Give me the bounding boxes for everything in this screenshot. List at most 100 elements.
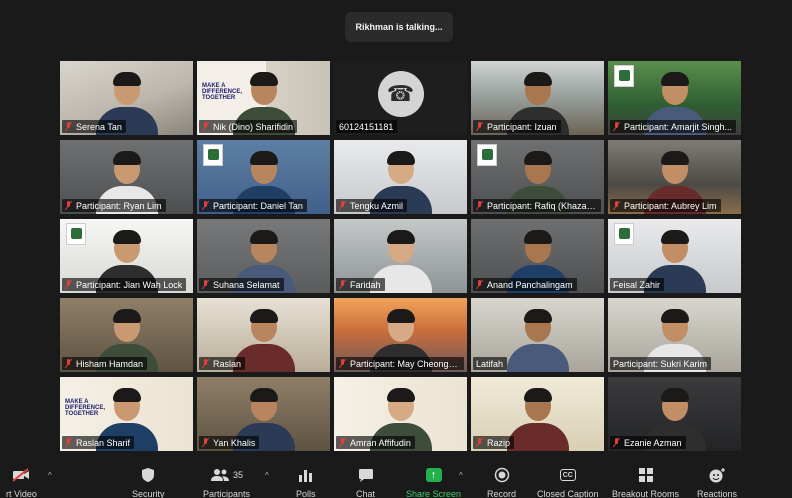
video-tile[interactable]: Hisham Hamdan — [60, 298, 193, 372]
video-tile[interactable]: Participant: May Cheong -... — [334, 298, 467, 372]
muted-mic-icon — [476, 438, 483, 447]
participant-name: Amran Affifudin — [350, 437, 411, 448]
chat-button[interactable]: Chat — [356, 466, 375, 498]
video-tile[interactable]: Participant: Aubrey Lim — [608, 140, 741, 214]
breakout-rooms-button[interactable]: Breakout Rooms — [612, 466, 679, 498]
grid-icon — [638, 466, 653, 484]
video-tile[interactable]: Participant: Izuan — [471, 61, 604, 135]
muted-mic-icon — [202, 280, 209, 289]
participant-name-label: Participant: Aubrey Lim — [610, 199, 721, 212]
participants-button[interactable]: 35 Participants — [203, 466, 250, 498]
video-tile[interactable]: Participant: Amarjit Singh... — [608, 61, 741, 135]
participant-name: Yan Khalis — [213, 437, 256, 448]
muted-mic-icon — [613, 438, 620, 447]
video-tile[interactable]: Latifah — [471, 298, 604, 372]
participant-hair — [249, 309, 278, 323]
video-tile[interactable]: Anand Panchalingam — [471, 219, 604, 293]
reactions-button[interactable]: Reactions — [697, 466, 737, 498]
share-options-caret[interactable]: ^ — [459, 471, 463, 480]
cc-icon: CC — [559, 466, 576, 484]
muted-mic-icon — [65, 122, 72, 131]
video-tile[interactable]: Ezanie Azman — [608, 377, 741, 451]
video-gallery-grid: Serena Tan MAKE A DIFFERENCE, TOGETHER Nik… — [60, 61, 741, 451]
muted-mic-icon — [339, 359, 346, 368]
participant-name-label: Serena Tan — [62, 120, 126, 133]
bar-chart-icon — [298, 466, 314, 484]
participant-name: Latifah — [476, 358, 504, 369]
video-tile[interactable]: Razip — [471, 377, 604, 451]
participant-name: Hisham Hamdan — [76, 358, 144, 369]
participant-hair — [386, 309, 415, 323]
video-tile[interactable]: MAKE A DIFFERENCE, TOGETHER Raslan Sharif — [60, 377, 193, 451]
participant-name-label: Suhana Selamat — [199, 278, 284, 291]
participant-hair — [660, 388, 689, 402]
video-tile[interactable]: Participant: Daniel Tan — [197, 140, 330, 214]
participant-name-label: Participant: Rafiq (Khazan... — [473, 199, 601, 212]
participant-hair — [386, 388, 415, 402]
video-tile[interactable]: MAKE A DIFFERENCE, TOGETHER Nik (Dino) Sh… — [197, 61, 330, 135]
participant-name: 60124151181 — [339, 121, 394, 132]
participant-name-label: Participant: Amarjit Singh... — [610, 120, 737, 133]
record-button[interactable]: Record — [487, 466, 516, 498]
participant-name-label: Hisham Hamdan — [62, 357, 148, 370]
video-tile[interactable]: Tengku Azmil — [334, 140, 467, 214]
video-tile[interactable]: Raslan — [197, 298, 330, 372]
closed-caption-button[interactable]: CC Closed Caption — [537, 466, 599, 498]
participant-hair — [112, 388, 141, 402]
participant-hair — [660, 151, 689, 165]
video-tile[interactable]: Participant: Rafiq (Khazan... — [471, 140, 604, 214]
video-tile[interactable]: ☎ 60124151181 — [334, 61, 467, 135]
participant-name-label: Participant: Izuan — [473, 120, 561, 133]
video-tile[interactable]: Participant: Ryan Lim — [60, 140, 193, 214]
video-tile[interactable]: Participant: Sukri Karim — [608, 298, 741, 372]
participant-name: Tengku Azmil — [350, 200, 404, 211]
polls-button[interactable]: Polls — [296, 466, 316, 498]
participant-name: Participant: Amarjit Singh... — [624, 121, 733, 132]
video-off-icon — [12, 466, 30, 484]
security-button[interactable]: Security — [132, 466, 165, 498]
video-tile[interactable]: Serena Tan — [60, 61, 193, 135]
muted-mic-icon — [339, 201, 346, 210]
video-tile[interactable]: Suhana Selamat — [197, 219, 330, 293]
participant-name: Ezanie Azman — [624, 437, 682, 448]
participants-options-caret[interactable]: ^ — [265, 471, 269, 480]
video-tile[interactable]: Faridah — [334, 219, 467, 293]
participant-name: Faridah — [350, 279, 381, 290]
muted-mic-icon — [339, 280, 346, 289]
video-options-caret[interactable]: ^ — [48, 471, 52, 480]
phone-icon: ☎ — [377, 71, 424, 117]
muted-mic-icon — [202, 122, 209, 131]
muted-mic-icon — [476, 122, 483, 131]
participant-name: Feisal Zahir — [613, 279, 661, 290]
smiley-plus-icon — [708, 466, 726, 484]
participant-name: Participant: Rafiq (Khazan... — [487, 200, 597, 211]
participant-name: Razip — [487, 437, 511, 448]
participant-name-label: Participant: Daniel Tan — [199, 199, 307, 212]
participant-hair — [386, 230, 415, 244]
meeting-toolbar: rt Video ^ Security 35 Participants ^ Po… — [0, 462, 792, 498]
company-logo-icon — [477, 144, 497, 166]
video-tile[interactable]: Feisal Zahir — [608, 219, 741, 293]
participant-name-label: 60124151181 — [336, 120, 398, 133]
share-screen-button[interactable]: ↑ Share Screen — [406, 466, 461, 498]
video-tile[interactable]: Participant: Jian Wah Lock — [60, 219, 193, 293]
muted-mic-icon — [65, 438, 72, 447]
participant-name: Suhana Selamat — [213, 279, 280, 290]
participant-name-label: Participant: May Cheong -... — [336, 357, 464, 370]
muted-mic-icon — [202, 438, 209, 447]
muted-mic-icon — [476, 201, 483, 210]
participant-name: Participant: Ryan Lim — [76, 200, 162, 211]
participant-hair — [249, 72, 278, 86]
video-tile[interactable]: Yan Khalis — [197, 377, 330, 451]
participant-name-label: Feisal Zahir — [610, 278, 665, 291]
chat-bubble-icon — [358, 466, 374, 484]
muted-mic-icon — [65, 201, 72, 210]
stop-video-button[interactable]: rt Video — [6, 466, 37, 498]
participant-name: Participant: Sukri Karim — [613, 358, 708, 369]
participant-hair — [112, 151, 141, 165]
video-tile[interactable]: Amran Affifudin — [334, 377, 467, 451]
participant-name-label: Nik (Dino) Sharifidin — [199, 120, 298, 133]
record-icon — [494, 466, 510, 484]
participant-hair — [112, 309, 141, 323]
participant-name: Participant: Izuan — [487, 121, 557, 132]
